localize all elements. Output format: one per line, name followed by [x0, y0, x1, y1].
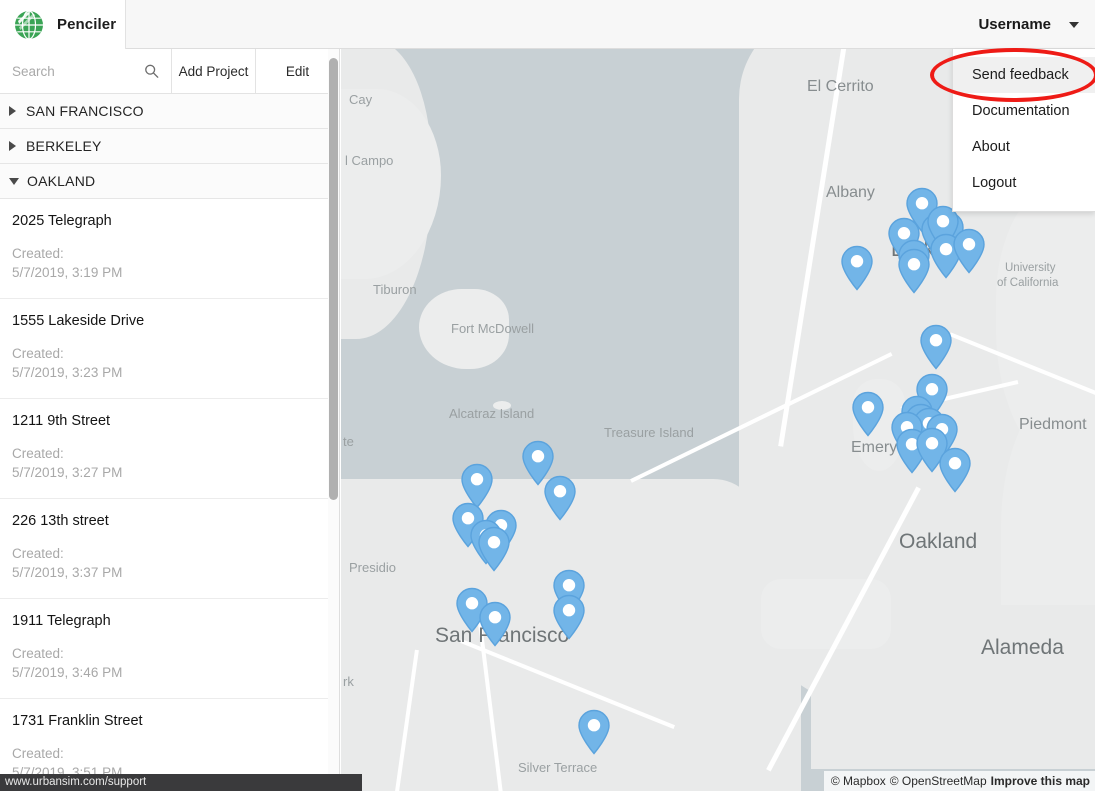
project-created-timestamp: 5/7/2019, 3:23 PM — [12, 365, 123, 380]
map-pin-marker[interactable] — [851, 391, 885, 437]
green-globe-icon — [15, 9, 43, 40]
dropdown-item-about[interactable]: About — [953, 129, 1095, 165]
project-created-label: Created: — [12, 746, 64, 761]
chevron-down-icon — [1069, 21, 1079, 28]
map-land-angel-island — [419, 289, 509, 369]
search-input[interactable] — [0, 49, 171, 93]
project-created-label: Created: — [12, 646, 64, 661]
map-pin-marker[interactable] — [552, 594, 586, 640]
sidebar-group-san-francisco[interactable]: SAN FRANCISCO — [0, 94, 339, 129]
status-bar-url: www.urbansim.com/support — [0, 774, 362, 791]
project-created-timestamp: 5/7/2019, 3:19 PM — [12, 265, 123, 280]
map-pin-marker[interactable] — [478, 601, 512, 647]
brand-name: Penciler — [57, 16, 117, 33]
dropdown-item-documentation[interactable]: Documentation — [953, 93, 1095, 129]
user-menu-button[interactable]: Username — [958, 0, 1095, 49]
project-created-label: Created: — [12, 446, 64, 461]
triangle-right-icon — [9, 141, 16, 151]
user-dropdown-menu[interactable]: Send feedback Documentation About Logout — [952, 49, 1095, 212]
project-created-timestamp: 5/7/2019, 3:46 PM — [12, 665, 123, 680]
project-title: 1911 Telegraph — [12, 613, 111, 629]
project-created-timestamp: 5/7/2019, 3:37 PM — [12, 565, 123, 580]
sidebar-scrollbar-thumb[interactable] — [329, 58, 338, 500]
project-list-item[interactable]: 226 13th street Created: 5/7/2019, 3:37 PM — [0, 499, 339, 599]
project-list-item[interactable]: 1555 Lakeside Drive Created: 5/7/2019, 3:2… — [0, 299, 339, 399]
project-created-label: Created: — [12, 546, 64, 561]
project-title: 1211 9th Street — [12, 413, 111, 429]
project-title: 1555 Lakeside Drive — [12, 313, 145, 329]
map-land-bay-farm — [761, 579, 891, 649]
attribution-improve-link[interactable]: Improve this map — [991, 774, 1090, 788]
map-land-alcatraz — [493, 401, 511, 410]
group-label: BERKELEY — [26, 138, 102, 154]
map-pin-marker[interactable] — [477, 526, 511, 572]
triangle-right-icon — [9, 106, 16, 116]
map-attribution[interactable]: © Mapbox © OpenStreetMap Improve this map — [823, 771, 1095, 791]
map-pin-marker[interactable] — [897, 248, 931, 294]
sidebar-scrollbar-track[interactable] — [328, 49, 339, 791]
attribution-osm[interactable]: © OpenStreetMap — [890, 774, 987, 788]
attribution-mapbox[interactable]: © Mapbox — [831, 774, 886, 788]
map-label: te — [343, 434, 354, 449]
project-title: 1731 Franklin Street — [12, 713, 143, 729]
project-created-label: Created: — [12, 346, 64, 361]
project-title: 226 13th street — [12, 513, 109, 529]
map-pin-marker[interactable] — [938, 447, 972, 493]
project-list-item[interactable]: 2025 Telegraph Created: 5/7/2019, 3:19 PM — [0, 199, 339, 299]
sidebar-group-berkeley[interactable]: BERKELEY — [0, 129, 339, 164]
map-pin-marker[interactable] — [952, 228, 986, 274]
project-title: 2025 Telegraph — [12, 213, 112, 229]
dropdown-item-logout[interactable]: Logout — [953, 165, 1095, 201]
edit-button[interactable]: Edit — [256, 49, 339, 93]
project-list-item[interactable]: 1211 9th Street Created: 5/7/2019, 3:27 PM — [0, 399, 339, 499]
sidebar-group-oakland[interactable]: OAKLAND — [0, 164, 339, 199]
triangle-down-icon — [9, 177, 19, 185]
group-label: SAN FRANCISCO — [26, 103, 144, 119]
map-label: Treasure Island — [604, 425, 694, 440]
map-pin-marker[interactable] — [919, 324, 953, 370]
map-label: Alcatraz Island — [449, 406, 535, 421]
search-field-wrapper[interactable] — [0, 49, 172, 93]
app-root: Cay l Campo Tiburon Fort McDowell El Cerrito… — [0, 0, 1095, 791]
top-bar: Penciler Username — [0, 0, 1095, 49]
map-pin-marker[interactable] — [543, 475, 577, 521]
username-label: Username — [978, 16, 1051, 33]
add-project-button[interactable]: Add Project — [172, 49, 256, 93]
project-sidebar: Add Project Edit SAN FRANCISCO BERKELEY OA… — [0, 49, 340, 791]
sidebar-toolbar: Add Project Edit — [0, 49, 339, 94]
brand-area[interactable]: Penciler — [0, 0, 126, 49]
dropdown-item-send-feedback[interactable]: Send feedback — [953, 57, 1095, 93]
group-label: OAKLAND — [27, 173, 96, 189]
project-list: SAN FRANCISCO BERKELEY OAKLAND 2025 Telegra… — [0, 94, 339, 791]
map-pin-marker[interactable] — [840, 245, 874, 291]
map-pin-marker[interactable] — [577, 709, 611, 755]
project-created-label: Created: — [12, 246, 64, 261]
project-list-item[interactable]: 1911 Telegraph Created: 5/7/2019, 3:46 PM — [0, 599, 339, 699]
project-created-timestamp: 5/7/2019, 3:27 PM — [12, 465, 123, 480]
